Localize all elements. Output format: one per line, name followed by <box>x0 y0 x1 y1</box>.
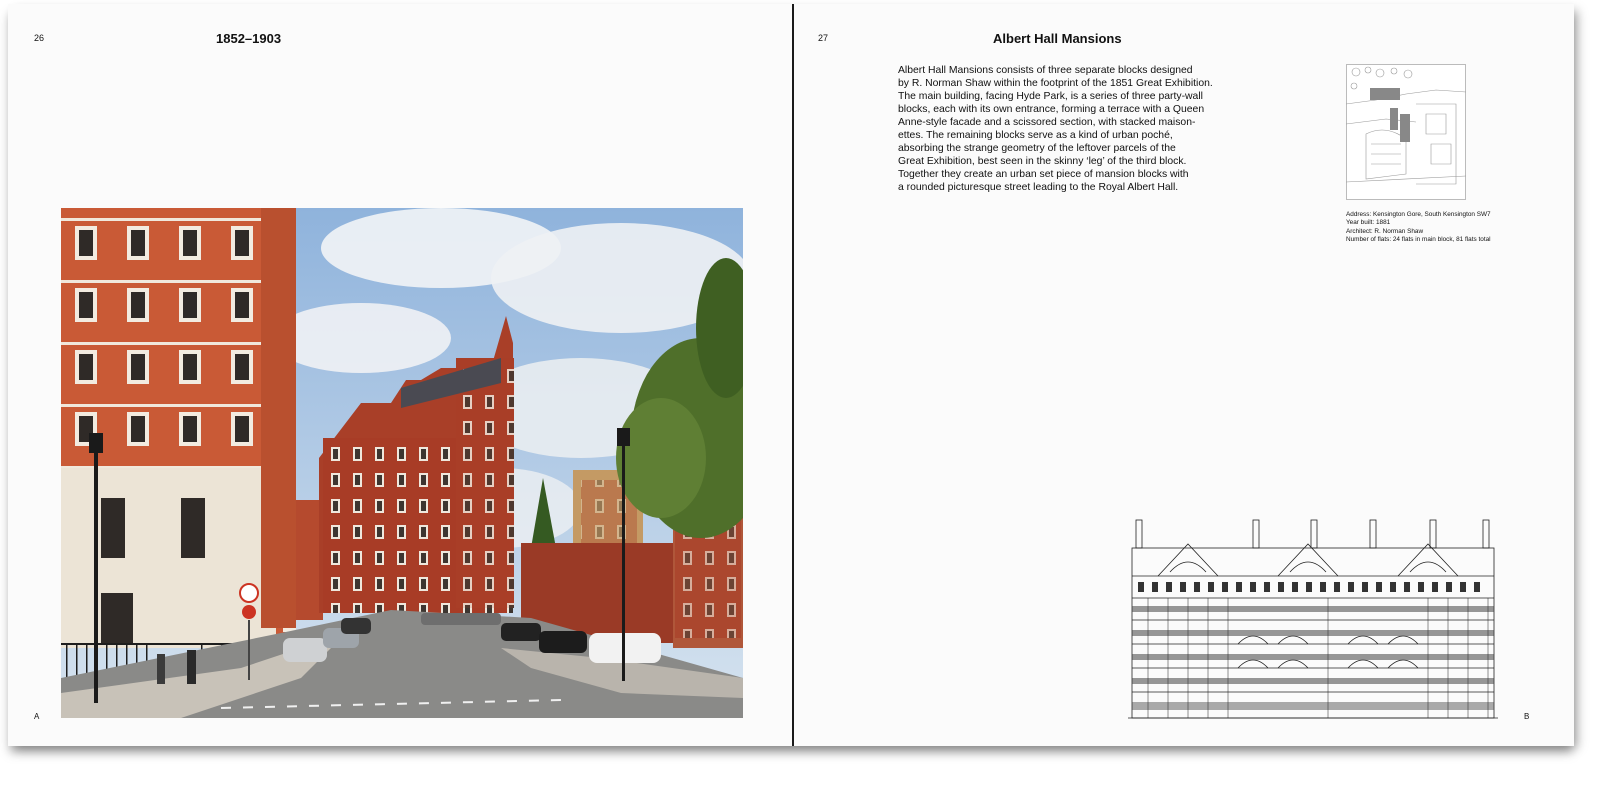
detail-flats: Number of flats: 24 flats in main block,… <box>1346 236 1491 244</box>
detail-year: Year built: 1881 <box>1346 219 1391 227</box>
photo-label-a: A <box>34 712 40 721</box>
left-page-number: 26 <box>34 33 45 43</box>
detail-architect: Architect: R. Norman Shaw <box>1346 227 1424 235</box>
left-running-head: 1852–1903 <box>216 31 282 46</box>
elevation-label-b: B <box>1524 712 1530 721</box>
body-line: a rounded picturesque street leading to … <box>898 182 1179 193</box>
street-photo <box>61 208 743 718</box>
body-line: Albert Hall Mansions consists of three s… <box>898 65 1193 76</box>
body-line: Great Exhibition, best seen in the skinn… <box>898 156 1187 167</box>
right-page-number: 27 <box>818 33 829 43</box>
facade-elevation-icon <box>1128 519 1498 719</box>
left-page: 26 1852–1903 A <box>8 4 792 746</box>
body-line: Together they create an urban set piece … <box>898 169 1189 180</box>
body-line: absorbing the strange geometry of the le… <box>898 143 1176 154</box>
facade-elevation <box>1128 516 1498 720</box>
detail-address: Address: Kensington Gore, South Kensingt… <box>1346 211 1491 218</box>
street-photo-icon <box>61 208 743 718</box>
body-line: Anne-style facade and a scissored sectio… <box>898 117 1196 128</box>
description-paragraph: Albert Hall Mansions consists of three s… <box>898 64 1228 194</box>
site-plan <box>1345 64 1467 200</box>
body-line: blocks, each with its own entrance, form… <box>898 104 1205 115</box>
book-spread: 26 1852–1903 A 27 Albert Hall Mansions A… <box>8 4 1574 746</box>
body-line: ettes. The remaining blocks serve as a k… <box>898 130 1173 141</box>
right-page: 27 Albert Hall Mansions Albert Hall Mans… <box>794 4 1574 746</box>
right-page-title: Albert Hall Mansions <box>993 31 1122 46</box>
body-line: The main building, facing Hyde Park, is … <box>898 91 1203 102</box>
site-plan-icon <box>1345 64 1467 200</box>
building-details: Address: Kensington Gore, South Kensingt… <box>1346 211 1566 245</box>
body-line: by R. Norman Shaw within the footprint o… <box>898 78 1213 89</box>
